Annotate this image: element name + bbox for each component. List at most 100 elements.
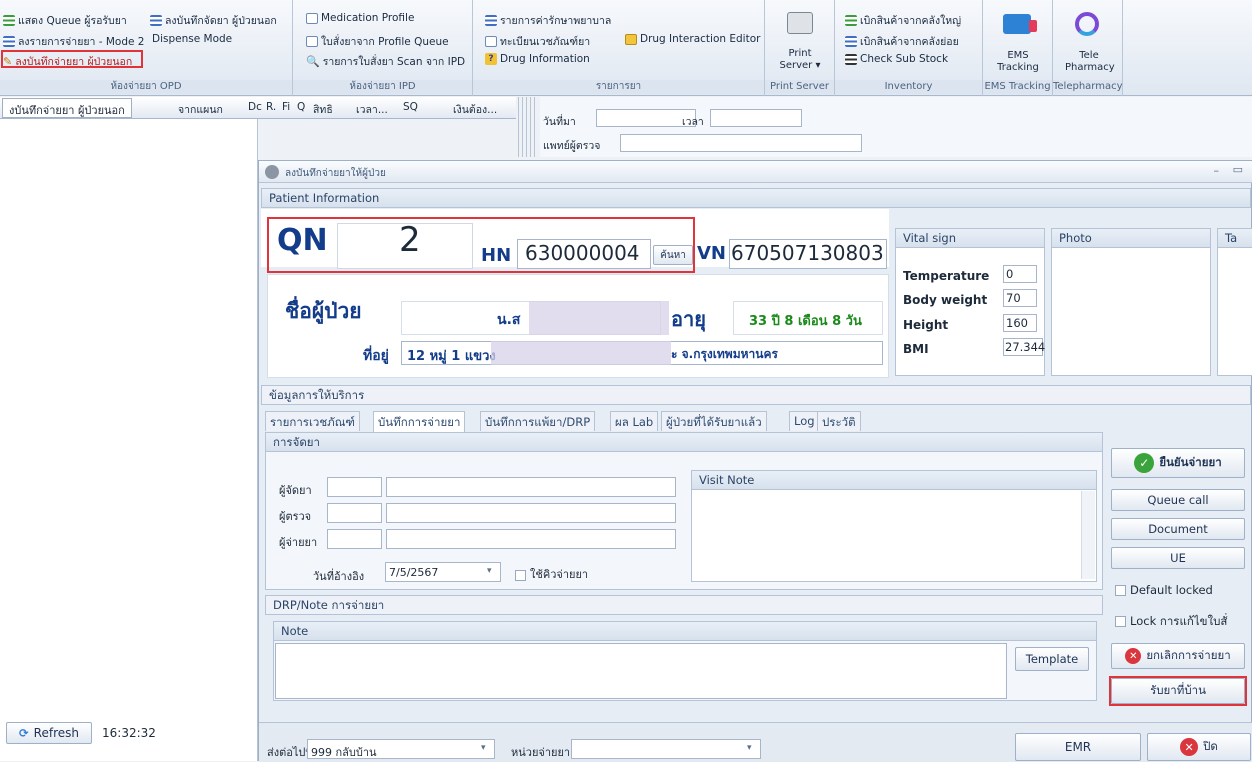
ribbon-toolbar: แสดง Queue ผู้รอรับยา ลงรายการจ่ายยา - M…: [0, 0, 1252, 96]
ribbon-group-ipd: Medication Profile ใบสั่งยาจาก Profile Q…: [293, 0, 473, 96]
checker-name-field[interactable]: [386, 503, 676, 523]
drp-note-header: DRP/Note การจ่ายยา: [265, 595, 1103, 615]
drug-registry-button[interactable]: ทะเบียนเวชภัณฑ์ยา: [485, 33, 590, 50]
vital-bmi-label: BMI: [903, 342, 929, 356]
withdraw-main-stock-button[interactable]: เบิกสินค้าจากคลังใหญ่: [845, 12, 961, 29]
tab-dispense-record[interactable]: บันทึกการจ่ายยา: [373, 411, 466, 432]
extra-panel-header: Ta: [1217, 228, 1252, 248]
col-r[interactable]: R.: [266, 101, 276, 113]
dispenser-code-field[interactable]: [327, 529, 382, 549]
queue-call-button[interactable]: Queue call: [1111, 489, 1245, 511]
list-icon: [3, 36, 15, 47]
lock-edit-checkbox[interactable]: Lock การแก้ไขใบสั่: [1115, 613, 1227, 631]
tab-lab-results[interactable]: ผล Lab: [610, 411, 659, 431]
left-queue-panel: [0, 97, 258, 761]
vital-weight-label: Body weight: [903, 293, 988, 307]
ref-date-value: 7/5/2567: [389, 566, 439, 579]
grid-splitter[interactable]: [518, 97, 536, 157]
visit-info-form: วันที่มา เวลา แพทย์ผู้ตรวจ: [540, 97, 1252, 157]
document-button[interactable]: Document: [1111, 518, 1245, 540]
profile-queue-button[interactable]: ใบสั่งยาจาก Profile Queue: [306, 33, 449, 50]
use-queue-checkbox[interactable]: ใช้คิวจ่ายยา: [515, 565, 588, 583]
col-q[interactable]: Q: [297, 101, 305, 113]
ribbon-group-print: Print Server ▾ Print Server: [765, 0, 835, 96]
refresh-button[interactable]: ⟳ Refresh: [6, 722, 92, 744]
tab-log[interactable]: Log: [789, 411, 820, 431]
panel-tab-opd-dispense[interactable]: งบันทึกจ่ายยา ผู้ป่วยนอก: [2, 98, 132, 118]
chevron-down-icon[interactable]: ▾: [487, 566, 492, 576]
cancel-dispense-button[interactable]: ✕ ยกเลิกการจ่ายยา: [1111, 643, 1245, 669]
visit-note-header: Visit Note: [691, 470, 1097, 490]
doctor-field[interactable]: [620, 134, 862, 152]
print-server-button[interactable]: Print Server ▾: [771, 48, 829, 72]
preparer-code-field[interactable]: [327, 477, 382, 497]
age-label: อายุ: [671, 307, 706, 331]
tele-pharmacy-button[interactable]: Tele Pharmacy: [1065, 50, 1115, 74]
record-preparation-opd-button[interactable]: ลงบันทึกจัดยา ผู้ป่วยนอก: [150, 12, 277, 29]
preparer-name-field[interactable]: [386, 477, 676, 497]
col-dc[interactable]: Dc: [248, 101, 262, 113]
ems-tracking-button[interactable]: EMS Tracking: [991, 50, 1045, 74]
list-icon: [845, 15, 857, 26]
checker-label: ผู้ตรวจ: [279, 510, 312, 523]
chevron-down-icon[interactable]: ▾: [481, 743, 486, 753]
redacted-address: [491, 341, 671, 365]
minimize-icon[interactable]: –: [1214, 164, 1220, 177]
drug-information-button[interactable]: ? Drug Information: [485, 53, 590, 65]
dispense-unit-select[interactable]: [571, 739, 761, 759]
confirm-dispense-button[interactable]: ✓ ยืนยันจ่ายยา: [1111, 448, 1245, 478]
check-sub-stock-button[interactable]: Check Sub Stock: [845, 53, 948, 65]
ribbon-group-opd: แสดง Queue ผู้รอรับยา ลงรายการจ่ายยา - M…: [0, 0, 293, 96]
ue-button[interactable]: UE: [1111, 547, 1245, 569]
list-icon: [845, 36, 857, 47]
show-waiting-queue-button[interactable]: แสดง Queue ผู้รอรับยา: [3, 12, 127, 29]
default-locked-checkbox[interactable]: Default locked: [1115, 583, 1213, 597]
dispenser-name-field[interactable]: [386, 529, 676, 549]
address-label: ที่อยู่: [363, 348, 389, 364]
col-fi[interactable]: Fi: [282, 101, 290, 113]
checkbox-icon: [515, 569, 526, 581]
ribbon-group-tele: Tele Pharmacy Telepharmacy: [1053, 0, 1123, 96]
extra-panel: [1217, 228, 1252, 376]
photo-header: Photo: [1051, 228, 1211, 248]
dispense-mode-button[interactable]: Dispense Mode: [152, 33, 232, 45]
ribbon-group-ems: EMS Tracking EMS Tracking: [983, 0, 1053, 96]
maximize-icon[interactable]: ▭: [1233, 163, 1243, 176]
col-time[interactable]: เวลา...: [356, 101, 388, 118]
tab-history[interactable]: ประวัติ: [817, 411, 861, 431]
tab-received-patients[interactable]: ผู้ป่วยที่ได้รับยาแล้ว: [661, 411, 767, 431]
template-button[interactable]: Template: [1015, 647, 1089, 671]
visit-time-field[interactable]: [710, 109, 802, 127]
visit-date-field[interactable]: [596, 109, 696, 127]
vital-temperature-label: Temperature: [903, 269, 990, 283]
edit-icon: [625, 33, 637, 45]
checkbox-icon: [1115, 585, 1126, 596]
col-sq[interactable]: SQ: [403, 101, 418, 113]
ribbon-group-inventory: เบิกสินค้าจากคลังใหญ่ เบิกสินค้าจากคลังย…: [835, 0, 983, 96]
highlight-patient-ids: [267, 217, 695, 273]
group-label: Telepharmacy: [1053, 80, 1123, 94]
chevron-down-icon[interactable]: ▾: [747, 743, 752, 753]
visit-note-scrollbar[interactable]: [1081, 491, 1095, 579]
close-button[interactable]: ✕ ปิด: [1147, 733, 1251, 761]
visit-time-label: เวลา: [682, 116, 704, 128]
withdraw-sub-stock-button[interactable]: เบิกสินค้าจากคลังย่อย: [845, 33, 959, 50]
medication-profile-button[interactable]: Medication Profile: [306, 12, 414, 24]
checker-code-field[interactable]: [327, 503, 382, 523]
service-info-header: ข้อมูลการให้บริการ: [261, 385, 1251, 405]
note-textarea[interactable]: [275, 643, 1007, 699]
col-amount-due[interactable]: เงินต้อง...: [453, 101, 497, 118]
cancel-icon: ✕: [1125, 648, 1142, 664]
tab-allergy-drp[interactable]: บันทึกการแพ้ยา/DRP: [480, 411, 596, 431]
emr-button[interactable]: EMR: [1015, 733, 1141, 761]
refresh-icon: ⟳: [19, 726, 29, 740]
document-icon: [306, 36, 318, 47]
col-department[interactable]: จากแผนก: [178, 101, 223, 118]
tab-medical-supplies[interactable]: รายการเวชภัณฑ์: [265, 411, 360, 431]
col-rights[interactable]: สิทธิ: [313, 101, 333, 118]
drug-interaction-editor-button[interactable]: Drug Interaction Editor: [625, 33, 760, 45]
dispense-mode2-button[interactable]: ลงรายการจ่ายยา - Mode 2: [3, 33, 144, 50]
scan-ipd-button[interactable]: 🔍 รายการใบสั่งยา Scan จาก IPD: [306, 53, 465, 70]
treatment-cost-list-button[interactable]: รายการค่ารักษาพยาบาล: [485, 12, 611, 29]
dispense-dialog: ลงบันทึกจ่ายยาให้ผู้ป่วย – ▭ Patient Inf…: [258, 160, 1252, 762]
